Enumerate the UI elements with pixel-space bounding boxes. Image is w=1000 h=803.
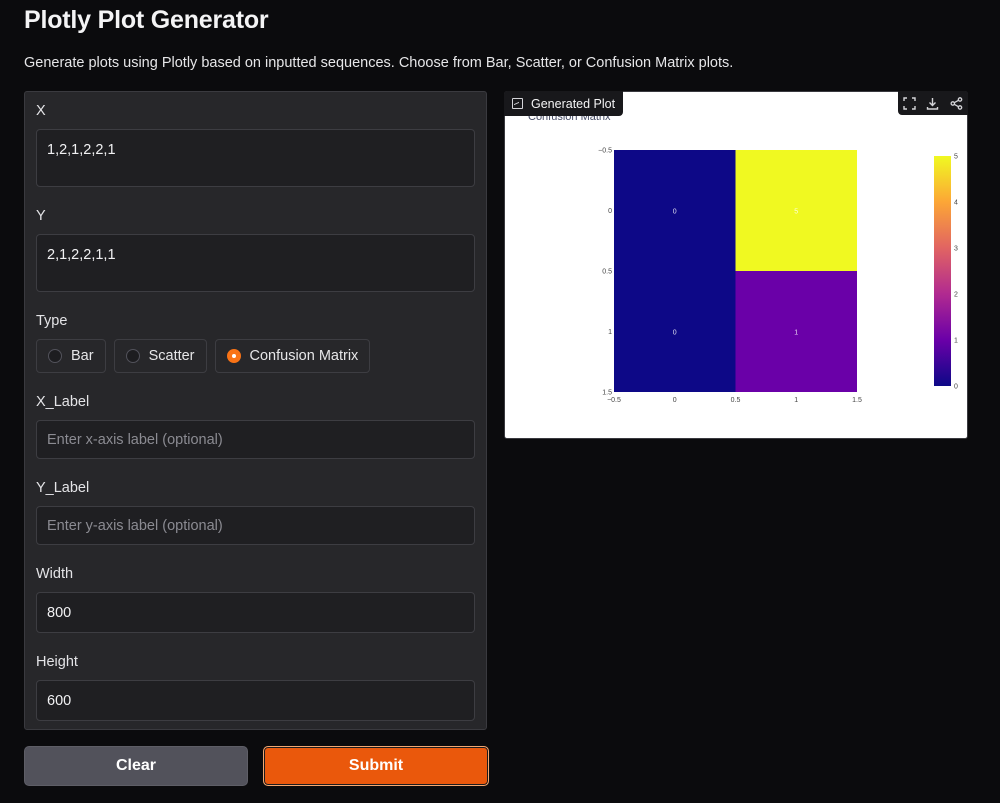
x-tick-label: −0.5 bbox=[607, 397, 621, 404]
plot-output-panel: Confusion Matrix 0 5 0 1 −0.5 0 0.5 1 1.5 −0.5 0 0.5… bbox=[504, 91, 968, 439]
width-input[interactable] bbox=[36, 592, 475, 633]
type-radio-group: Bar Scatter Confusion Matrix bbox=[36, 339, 371, 373]
width-label: Width bbox=[36, 566, 74, 582]
colorbar-tick-label: 4 bbox=[954, 200, 958, 207]
radio-circle[interactable] bbox=[125, 349, 140, 363]
y-input[interactable] bbox=[36, 234, 475, 292]
cell-value-label: 1 bbox=[794, 330, 798, 337]
radio-confusion-matrix[interactable]: Confusion Matrix bbox=[214, 339, 371, 373]
x-axis-label-label: X_Label bbox=[36, 394, 90, 410]
cell-value-label: 0 bbox=[673, 209, 677, 216]
cell-value-label: 0 bbox=[673, 330, 677, 337]
y-tick-label: 0 bbox=[608, 208, 612, 215]
colorbar-tick-label: 1 bbox=[954, 338, 958, 345]
x-axis-label-input[interactable] bbox=[36, 420, 475, 459]
colorbar-tick-label: 3 bbox=[954, 246, 958, 253]
y-label: Y bbox=[36, 208, 46, 224]
radio-label-confusion-matrix: Confusion Matrix bbox=[249, 348, 359, 364]
fullscreen-icon[interactable] bbox=[902, 95, 918, 111]
y-axis-label-input[interactable] bbox=[36, 506, 475, 545]
colorbar-tick-label: 5 bbox=[954, 154, 958, 161]
x-tick-label: 0 bbox=[673, 397, 677, 404]
image-icon bbox=[512, 98, 523, 109]
page-title: Plotly Plot Generator bbox=[24, 6, 269, 34]
submit-button[interactable]: Submit bbox=[263, 746, 489, 786]
input-form-panel: X Y Type Bar Scatter Confusion Matrix X_… bbox=[24, 91, 487, 730]
confusion-matrix-chart: Confusion Matrix0 50 1−0.5 0 0.5 1 1.5−0.500.5… bbox=[528, 111, 958, 404]
generated-plot-label: Generated Plot bbox=[504, 91, 624, 116]
y-tick-label: 1 bbox=[608, 329, 612, 336]
x-tick-label: 1.5 bbox=[852, 397, 862, 404]
download-icon[interactable] bbox=[925, 95, 941, 111]
cell-value-label: 5 bbox=[794, 209, 798, 216]
y-tick-label: 0.5 bbox=[602, 269, 612, 276]
x-input[interactable] bbox=[36, 129, 475, 187]
radio-label-scatter: Scatter bbox=[148, 348, 195, 364]
share-icon[interactable] bbox=[948, 95, 964, 111]
x-tick-label: 1 bbox=[794, 397, 798, 404]
height-input[interactable] bbox=[36, 680, 475, 721]
radio-circle[interactable] bbox=[226, 349, 241, 363]
type-label: Type bbox=[36, 313, 68, 329]
generated-plot-label-text: Generated Plot bbox=[531, 96, 616, 111]
colorbar bbox=[934, 156, 951, 386]
y-axis-label-label: Y_Label bbox=[36, 480, 90, 496]
y-tick-label: −0.5 bbox=[598, 148, 612, 155]
radio-label-bar: Bar bbox=[71, 348, 94, 364]
clear-button[interactable]: Clear bbox=[24, 746, 248, 786]
colorbar-tick-label: 0 bbox=[954, 384, 958, 391]
height-label: Height bbox=[36, 654, 78, 670]
page-description: Generate plots using Plotly based on inp… bbox=[24, 55, 734, 71]
colorbar-tick-label: 2 bbox=[954, 292, 958, 299]
y-tick-label: 1.5 bbox=[602, 390, 612, 397]
x-tick-label: 0.5 bbox=[731, 397, 741, 404]
plot-toolbar bbox=[898, 91, 968, 115]
radio-bar[interactable]: Bar bbox=[36, 339, 106, 373]
x-label: X bbox=[36, 103, 46, 119]
radio-circle[interactable] bbox=[48, 349, 62, 363]
radio-scatter[interactable]: Scatter bbox=[113, 339, 207, 373]
